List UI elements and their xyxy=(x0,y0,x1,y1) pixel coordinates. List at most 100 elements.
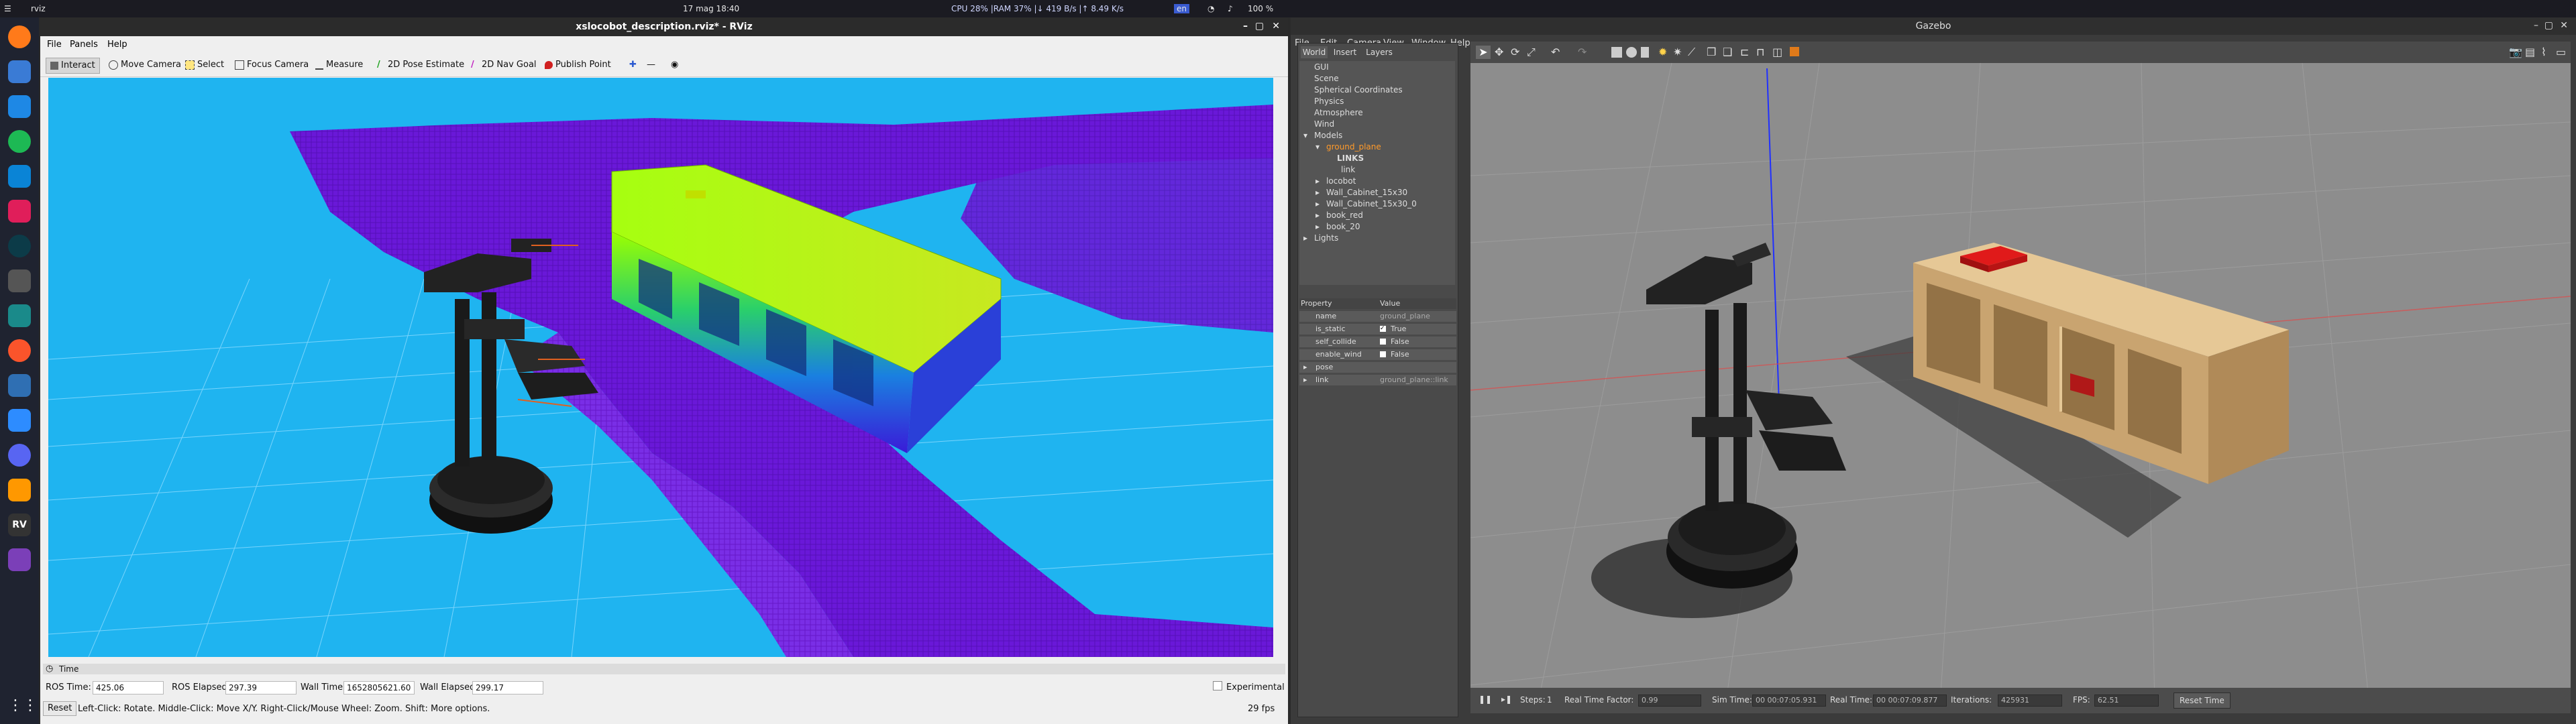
real-time-field[interactable]: 00 00:07:09.877 xyxy=(1873,695,1947,707)
box-shape-icon[interactable] xyxy=(1611,47,1622,58)
discord-icon[interactable] xyxy=(8,444,31,467)
tool-publish-point[interactable]: Publish Point xyxy=(541,58,615,72)
gitkraken-icon[interactable] xyxy=(8,235,31,257)
reset-button[interactable]: Reset xyxy=(43,701,77,716)
gazebo-3d-viewport[interactable]: ➤ ✥ ⟳ ⤢ ↶ ↷ ✹ ✷ ⟋ ❐ ❑ ⊏ ⊓ ◫ 📷 ▤ ⌇ ▭ xyxy=(1470,42,2571,705)
expand-arrow-icon[interactable]: ▾ xyxy=(1303,131,1307,140)
close-icon[interactable]: ✕ xyxy=(1272,21,1280,32)
remove-tool-icon[interactable]: — xyxy=(643,58,659,72)
tree-link[interactable]: link xyxy=(1341,165,1355,174)
change-view-icon[interactable]: ◫ xyxy=(1772,46,1782,58)
experimental-checkbox[interactable] xyxy=(1213,681,1222,690)
tree-atmosphere[interactable]: Atmosphere xyxy=(1314,108,1363,117)
rotate-mode-icon[interactable]: ⟳ xyxy=(1511,46,1519,58)
minimize-icon[interactable]: – xyxy=(2534,20,2538,31)
menu-help[interactable]: Help xyxy=(107,40,127,50)
enable-wind-checkbox[interactable] xyxy=(1380,351,1386,357)
plot-icon[interactable]: ⌇ xyxy=(2541,46,2546,58)
property-row[interactable]: name ground_plane xyxy=(1299,311,1456,322)
video-icon[interactable] xyxy=(8,548,31,571)
slack-icon[interactable] xyxy=(8,200,31,223)
steps-value[interactable]: 1 xyxy=(1547,695,1552,705)
select-mode-icon[interactable]: ➤ xyxy=(1476,46,1491,59)
virtualbox-icon[interactable] xyxy=(8,374,31,397)
zoom-icon[interactable] xyxy=(8,409,31,432)
copy-icon[interactable]: ❐ xyxy=(1707,46,1716,58)
tree-wall-cabinet-0[interactable]: Wall_Cabinet_15x30_0 xyxy=(1326,199,1417,208)
property-row[interactable]: ▸ link ground_plane::link xyxy=(1299,375,1456,385)
fps-field[interactable]: 62.51 xyxy=(2094,695,2159,707)
active-app-label[interactable]: rviz xyxy=(31,4,46,13)
expand-arrow-icon[interactable]: ▸ xyxy=(1316,222,1320,231)
step-icon[interactable]: ▸❚ xyxy=(1501,695,1512,704)
iterations-field[interactable]: 425931 xyxy=(1998,695,2062,707)
rviz-icon[interactable]: RV xyxy=(8,514,31,536)
terminal-icon[interactable] xyxy=(8,269,31,292)
tree-wind[interactable]: Wind xyxy=(1314,119,1334,129)
snap-icon[interactable]: ⊓ xyxy=(1756,46,1764,58)
expand-arrow-icon[interactable]: ▸ xyxy=(1316,210,1320,220)
pause-icon[interactable]: ❚❚ xyxy=(1479,695,1492,704)
tree-physics[interactable]: Physics xyxy=(1314,97,1344,106)
spot-light-icon[interactable]: ✷ xyxy=(1673,46,1682,58)
menu-panels[interactable]: Panels xyxy=(70,40,98,50)
expand-arrow-icon[interactable]: ▸ xyxy=(1316,176,1320,186)
tree-lights[interactable]: Lights xyxy=(1314,233,1338,243)
sim-time-field[interactable]: 00 00:07:05.931 xyxy=(1752,695,1826,707)
vscode-icon[interactable] xyxy=(8,165,31,188)
camera-type-icon[interactable]: ◉ xyxy=(667,58,682,72)
rviz-3d-viewport[interactable] xyxy=(48,78,1273,657)
tool-pose-estimate[interactable]: / 2D Pose Estimate xyxy=(373,58,468,72)
keyboard-layout[interactable]: en xyxy=(1174,4,1189,13)
self-collide-checkbox[interactable] xyxy=(1380,339,1386,345)
tool-select[interactable]: Select xyxy=(181,58,228,72)
redo-icon[interactable]: ↷ xyxy=(1578,46,1587,58)
maximize-icon[interactable]: ▢ xyxy=(1255,21,1264,32)
directional-light-icon[interactable]: ⟋ xyxy=(1688,46,1695,59)
expand-arrow-icon[interactable]: ▸ xyxy=(1316,199,1320,208)
translate-mode-icon[interactable]: ✥ xyxy=(1495,46,1503,58)
point-light-icon[interactable]: ✹ xyxy=(1658,46,1667,58)
code-icon[interactable] xyxy=(8,304,31,327)
real-time-factor-field[interactable]: 0.99 xyxy=(1638,695,1701,707)
gazebo-titlebar[interactable]: Gazebo – ▢ ✕ xyxy=(1291,17,2576,35)
expand-arrow-icon[interactable]: ▸ xyxy=(1303,362,1307,373)
sublime-icon[interactable] xyxy=(8,479,31,501)
tree-locobot[interactable]: locobot xyxy=(1326,176,1356,186)
reset-time-button[interactable]: Reset Time xyxy=(2174,692,2231,709)
tree-gui[interactable]: GUI xyxy=(1314,62,1329,72)
brave-icon[interactable] xyxy=(8,339,31,362)
add-tool-icon[interactable]: ✚ xyxy=(625,58,641,72)
expand-arrow-icon[interactable]: ▸ xyxy=(1316,188,1320,197)
paste-icon[interactable]: ❑ xyxy=(1723,46,1732,58)
property-row[interactable]: self_collide False xyxy=(1299,337,1456,347)
minimize-icon[interactable]: – xyxy=(1243,21,1248,32)
tree-ground-plane[interactable]: ground_plane xyxy=(1326,142,1381,152)
tree-models[interactable]: Models xyxy=(1314,131,1342,140)
screenshot-icon[interactable]: 📷 xyxy=(2509,46,2522,58)
property-row[interactable]: enable_wind False xyxy=(1299,349,1456,360)
tree-wall-cabinet[interactable]: Wall_Cabinet_15x30 xyxy=(1326,188,1407,197)
scale-mode-icon[interactable]: ⤢ xyxy=(1527,46,1536,59)
rviz-titlebar[interactable]: xslocobot_description.rviz* - RViz – ▢ ✕ xyxy=(40,17,1288,36)
tree-book-20[interactable]: book_20 xyxy=(1326,222,1360,231)
close-icon[interactable]: ✕ xyxy=(2560,20,2568,31)
apps-grid-icon[interactable]: ⋮⋮ xyxy=(8,695,38,717)
undo-icon[interactable]: ↶ xyxy=(1551,46,1560,58)
tab-insert[interactable]: Insert xyxy=(1330,46,1360,58)
wifi-icon[interactable]: ◔ xyxy=(1208,4,1214,13)
tool-nav-goal[interactable]: / 2D Nav Goal xyxy=(467,58,541,72)
tree-scene[interactable]: Scene xyxy=(1314,74,1339,83)
files-icon[interactable] xyxy=(8,95,31,118)
log-icon[interactable]: ▤ xyxy=(2525,46,2535,58)
wall-elapsed-field[interactable]: 299.17 xyxy=(472,681,543,695)
apps-menu-icon[interactable]: ☰ xyxy=(4,4,11,13)
tab-layers[interactable]: Layers xyxy=(1362,46,1396,58)
tool-move-camera[interactable]: Move Camera xyxy=(105,58,185,72)
maximize-icon[interactable]: ▢ xyxy=(2544,20,2553,31)
volume-icon[interactable]: ♪ xyxy=(1228,4,1233,13)
align-icon[interactable]: ⊏ xyxy=(1740,46,1749,58)
sphere-shape-icon[interactable] xyxy=(1626,47,1637,58)
property-row[interactable]: ▸ pose xyxy=(1299,362,1456,373)
tool-focus-camera[interactable]: Focus Camera xyxy=(231,58,313,72)
